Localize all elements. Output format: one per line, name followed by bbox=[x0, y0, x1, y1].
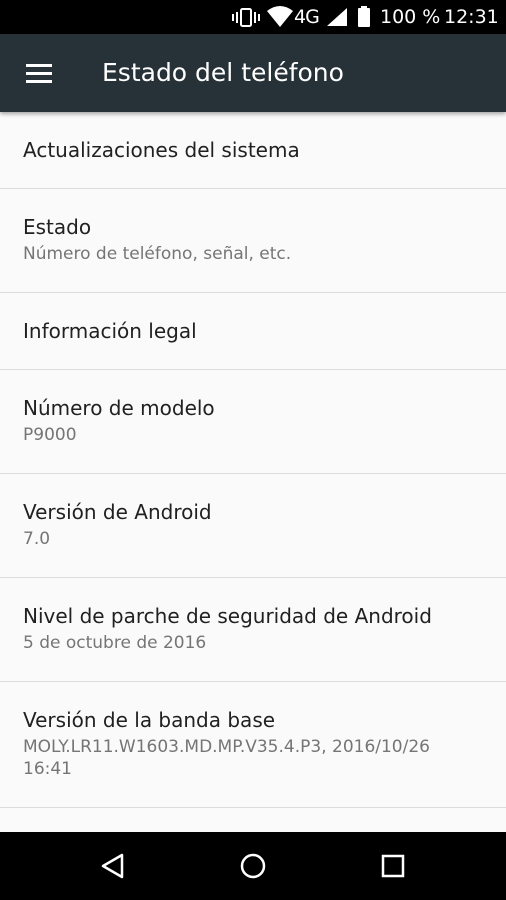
settings-list: Actualizaciones del sistema Estado Númer… bbox=[0, 112, 506, 832]
vibrate-icon bbox=[232, 8, 260, 27]
item-summary: Número de teléfono, señal, etc. bbox=[23, 244, 292, 264]
home-icon[interactable] bbox=[233, 846, 273, 886]
item-title: Actualizaciones del sistema bbox=[23, 138, 300, 162]
item-summary: 5 de octubre de 2016 bbox=[23, 633, 207, 653]
item-security-patch[interactable]: Nivel de parche de seguridad de Android … bbox=[0, 578, 506, 682]
back-icon[interactable] bbox=[93, 846, 133, 886]
battery-percent: 100 % bbox=[380, 6, 441, 28]
item-system-updates[interactable]: Actualizaciones del sistema bbox=[0, 112, 506, 189]
item-baseband-version[interactable]: Versión de la banda base MOLY.LR11.W1603… bbox=[0, 682, 506, 808]
item-summary: MOLY.LR11.W1603.MD.MP.V35.4.P3, 2016/10/… bbox=[23, 737, 430, 779]
navigation-bar bbox=[0, 832, 506, 900]
page-title: Estado del teléfono bbox=[102, 58, 344, 87]
item-summary: P9000 bbox=[23, 425, 77, 445]
item-android-version[interactable]: Versión de Android 7.0 bbox=[0, 474, 506, 578]
item-title: Estado bbox=[23, 215, 92, 239]
item-title: Número de modelo bbox=[23, 396, 215, 420]
item-title: Información legal bbox=[23, 319, 197, 343]
item-status[interactable]: Estado Número de teléfono, señal, etc. bbox=[0, 189, 506, 293]
item-title: Nivel de parche de seguridad de Android bbox=[23, 604, 432, 628]
phone-screen: 4G 100 % 12:31 Estado del teléfono Actua… bbox=[0, 0, 506, 900]
item-title: Versión de la banda base bbox=[23, 708, 276, 732]
signal-icon bbox=[327, 8, 347, 26]
battery-icon bbox=[358, 6, 370, 27]
wifi-icon bbox=[267, 6, 293, 27]
network-type-label: 4G bbox=[294, 6, 320, 28]
item-title: Versión de Android bbox=[23, 500, 212, 524]
hamburger-menu-icon[interactable] bbox=[16, 54, 64, 94]
app-toolbar: Estado del teléfono bbox=[0, 34, 506, 112]
item-summary: 7.0 bbox=[23, 529, 51, 549]
item-legal-info[interactable]: Información legal bbox=[0, 293, 506, 370]
recents-icon[interactable] bbox=[373, 846, 413, 886]
status-bar: 4G 100 % 12:31 bbox=[0, 0, 506, 34]
clock: 12:31 bbox=[444, 6, 499, 28]
item-model-number[interactable]: Número de modelo P9000 bbox=[0, 370, 506, 474]
